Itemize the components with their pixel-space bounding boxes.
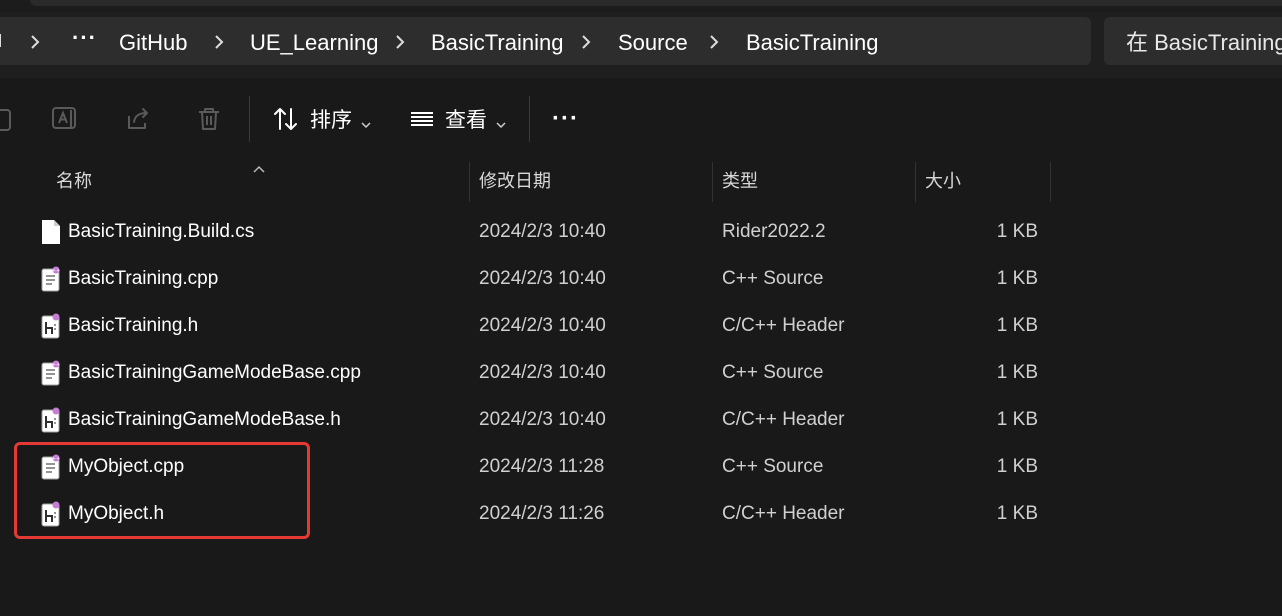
file-type: C++ Source	[722, 267, 824, 289]
file-date: 2024/2/3 10:40	[479, 220, 606, 242]
chevron-down-icon	[495, 113, 507, 129]
delete-icon[interactable]	[194, 104, 224, 134]
file-size: 1 KB	[996, 361, 1038, 383]
cpp-file-icon: ++	[40, 266, 62, 292]
file-type: C/C++ Header	[722, 502, 845, 524]
file-type: Rider2022.2	[722, 220, 826, 242]
file-row[interactable]: ++ BasicTraining.cpp 2024/2/3 10:40 C++ …	[0, 255, 1100, 302]
column-header-type[interactable]: 类型	[722, 160, 758, 200]
column-divider[interactable]	[915, 162, 916, 202]
cpp-file-icon: ++	[40, 360, 62, 386]
more-options-button[interactable]: ···	[552, 100, 579, 138]
column-header-size[interactable]: 大小	[925, 160, 961, 200]
file-type: C/C++ Header	[722, 408, 845, 430]
file-date: 2024/2/3 10:40	[479, 361, 606, 383]
file-size: 1 KB	[996, 220, 1038, 242]
breadcrumb-item-github[interactable]: GitHub	[119, 30, 187, 56]
file-size: 1 KB	[996, 502, 1038, 524]
toolbar-divider	[529, 96, 530, 142]
chevron-right-icon[interactable]	[0, 29, 10, 56]
command-bar: 排序 查看 ···	[0, 78, 1282, 161]
file-row[interactable]: BasicTraining.h 2024/2/3 10:40 C/C++ Hea…	[0, 302, 1100, 349]
breadcrumb-overflow-button[interactable]: ···	[72, 25, 97, 51]
rename-icon[interactable]	[50, 104, 80, 134]
highlight-annotation-box	[14, 442, 310, 539]
file-row[interactable]: ++ BasicTrainingGameModeBase.cpp 2024/2/…	[0, 349, 1100, 396]
svg-text:++: ++	[52, 362, 60, 368]
file-date: 2024/2/3 10:40	[479, 408, 606, 430]
file-date: 2024/2/3 11:28	[479, 455, 605, 477]
file-type: C++ Source	[722, 361, 824, 383]
header-file-icon	[40, 407, 62, 433]
breadcrumb-item-ue-learning[interactable]: UE_Learning	[250, 30, 378, 56]
file-size: 1 KB	[996, 267, 1038, 289]
tab-strip	[30, 0, 1282, 6]
column-divider[interactable]	[712, 162, 713, 202]
header-file-icon	[40, 313, 62, 339]
file-date: 2024/2/3 10:40	[479, 267, 606, 289]
file-size: 1 KB	[996, 455, 1038, 477]
chevron-right-icon[interactable]	[214, 35, 224, 54]
file-row[interactable]: BasicTraining.Build.cs 2024/2/3 10:40 Ri…	[0, 208, 1100, 255]
view-list-icon	[408, 105, 436, 133]
file-name: BasicTraining.cpp	[68, 267, 219, 289]
file-name: BasicTraining.h	[68, 314, 199, 336]
toolbar-divider	[249, 96, 250, 142]
paste-icon[interactable]	[0, 104, 16, 134]
breadcrumb-item-source[interactable]: Source	[618, 30, 688, 56]
file-list: 名称 修改日期 类型 大小 BasicTraining.Build.cs 202…	[0, 160, 1282, 616]
column-header-name[interactable]: 名称	[56, 160, 92, 200]
column-divider[interactable]	[469, 162, 470, 202]
view-label: 查看	[445, 109, 487, 132]
sort-button[interactable]: 排序	[272, 100, 372, 138]
file-type: C++ Source	[722, 455, 824, 477]
view-button[interactable]: 查看	[408, 100, 507, 138]
breadcrumb-item-current[interactable]: BasicTraining	[746, 30, 878, 56]
share-icon[interactable]	[123, 104, 153, 134]
sort-label: 排序	[310, 109, 352, 132]
file-size: 1 KB	[996, 314, 1038, 336]
chevron-right-icon[interactable]	[709, 35, 719, 54]
file-date: 2024/2/3 11:26	[479, 502, 605, 524]
generic-file-icon	[40, 219, 62, 245]
search-input[interactable]: 在 BasicTraining	[1104, 17, 1282, 65]
breadcrumb-item-basictraining[interactable]: BasicTraining	[431, 30, 563, 56]
chevron-right-icon[interactable]	[581, 35, 591, 54]
chevron-down-icon	[360, 113, 372, 129]
address-bar: ··· GitHub UE_Learning BasicTraining Sou…	[0, 12, 1282, 78]
file-type: C/C++ Header	[722, 314, 845, 336]
chevron-right-icon[interactable]	[395, 35, 405, 54]
sort-ascending-indicator-icon	[252, 160, 266, 178]
file-name: BasicTraining.Build.cs	[68, 220, 255, 242]
column-divider[interactable]	[1050, 162, 1051, 202]
file-date: 2024/2/3 10:40	[479, 314, 606, 336]
file-size: 1 KB	[996, 408, 1038, 430]
file-row[interactable]: BasicTrainingGameModeBase.h 2024/2/3 10:…	[0, 396, 1100, 443]
title-bar-strip	[0, 0, 1282, 12]
sort-icon	[272, 105, 300, 133]
file-name: BasicTrainingGameModeBase.h	[68, 408, 341, 430]
file-name: BasicTrainingGameModeBase.cpp	[68, 361, 361, 383]
chevron-right-icon[interactable]	[30, 35, 40, 54]
breadcrumb[interactable]: ··· GitHub UE_Learning BasicTraining Sou…	[0, 17, 1091, 65]
svg-text:++: ++	[52, 268, 60, 274]
column-header-date[interactable]: 修改日期	[479, 160, 551, 200]
